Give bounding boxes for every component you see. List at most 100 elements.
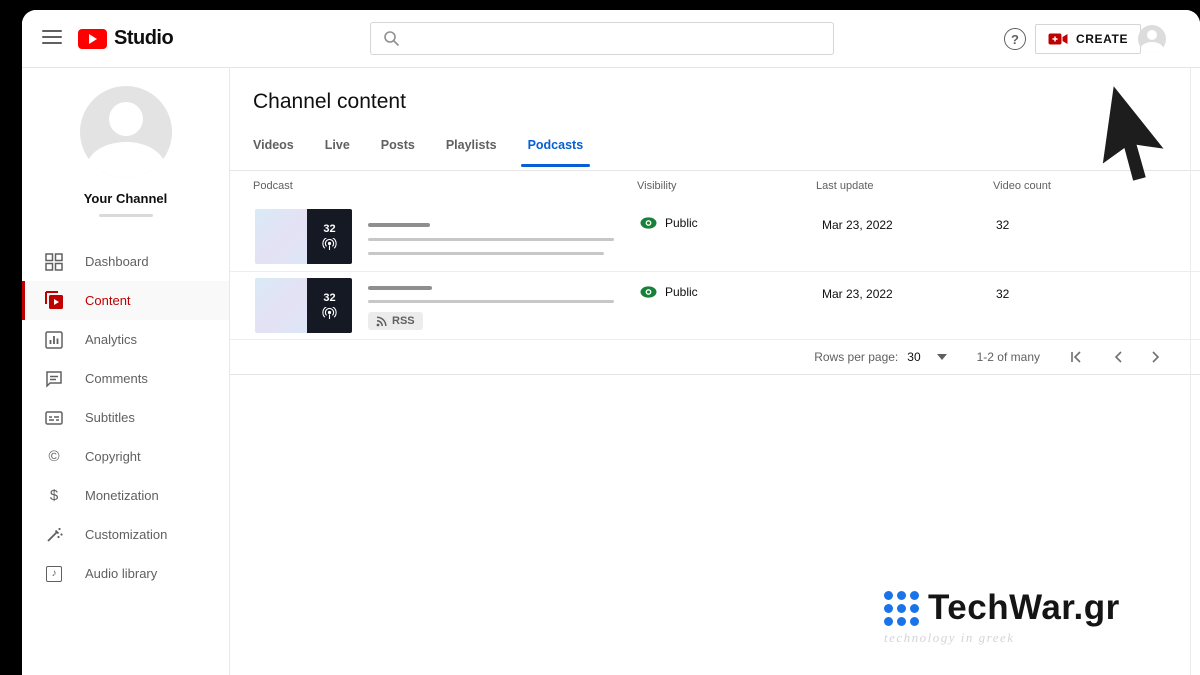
monetization-icon: $ bbox=[44, 486, 64, 506]
first-page-icon bbox=[1070, 351, 1084, 363]
previous-page-button[interactable] bbox=[1114, 351, 1122, 363]
public-eye-icon bbox=[640, 217, 657, 229]
page-title: Channel content bbox=[253, 90, 406, 114]
last-update-value: Mar 23, 2022 bbox=[822, 287, 893, 301]
page-range-label: 1-2 of many bbox=[977, 350, 1040, 364]
analytics-icon bbox=[44, 330, 64, 350]
tab-posts[interactable]: Posts bbox=[381, 138, 415, 167]
table-header-row: Podcast Visibility Last update Video cou… bbox=[230, 171, 1200, 203]
title-placeholder bbox=[368, 286, 432, 290]
scrollbar-track[interactable] bbox=[1190, 68, 1191, 675]
rss-badge-label: RSS bbox=[392, 315, 415, 327]
tab-podcasts[interactable]: Podcasts bbox=[528, 138, 584, 167]
video-count-value: 32 bbox=[996, 287, 1009, 301]
podcast-episode-overlay: 32 bbox=[307, 209, 352, 264]
column-header-last-update: Last update bbox=[816, 180, 874, 192]
youtube-logo-icon[interactable] bbox=[78, 29, 107, 49]
rows-per-page-value[interactable]: 30 bbox=[907, 350, 920, 364]
column-header-visibility: Visibility bbox=[637, 180, 677, 192]
title-placeholder bbox=[368, 223, 430, 227]
podcast-row[interactable]: 32 Public bbox=[230, 203, 1200, 272]
tab-videos[interactable]: Videos bbox=[253, 138, 294, 167]
sidebar-item-label: Subtitles bbox=[85, 410, 135, 425]
channel-name-placeholder bbox=[99, 214, 153, 217]
content-tabs: Videos Live Posts Playlists Podcasts bbox=[253, 138, 583, 167]
column-header-video-count: Video count bbox=[993, 180, 1051, 192]
podcast-row[interactable]: 32 RSS bbox=[230, 272, 1200, 340]
sidebar-item-label: Content bbox=[85, 293, 131, 308]
visibility-cell[interactable]: Public bbox=[640, 285, 698, 299]
help-icon: ? bbox=[1011, 32, 1019, 47]
account-avatar[interactable] bbox=[1138, 25, 1166, 53]
studio-app-window: Studio ? CREATE Your Channel bbox=[22, 10, 1200, 675]
sidebar-item-subtitles[interactable]: Subtitles bbox=[22, 398, 229, 437]
column-header-podcast: Podcast bbox=[253, 180, 293, 192]
audio-library-icon: ♪ bbox=[44, 564, 64, 584]
sidebar-item-audio-library[interactable]: ♪ Audio library bbox=[22, 554, 229, 593]
sidebar-item-dashboard[interactable]: Dashboard bbox=[22, 242, 229, 281]
podcast-thumbnail[interactable]: 32 bbox=[255, 278, 352, 333]
search-bar[interactable] bbox=[370, 22, 834, 55]
video-count-value: 32 bbox=[996, 218, 1009, 232]
rows-per-page-label: Rows per page: bbox=[814, 350, 898, 364]
chevron-left-icon bbox=[1114, 351, 1122, 363]
description-placeholder bbox=[368, 238, 614, 241]
rows-per-page-dropdown-icon[interactable] bbox=[937, 354, 947, 360]
visibility-value: Public bbox=[665, 285, 698, 299]
techwar-tagline: technology in greek bbox=[884, 630, 1120, 646]
pagination-bar: Rows per page: 30 1-2 of many bbox=[230, 340, 1200, 375]
techwar-dots-logo-icon bbox=[884, 591, 919, 626]
podcast-artwork bbox=[255, 209, 307, 264]
channel-avatar[interactable] bbox=[80, 86, 172, 178]
brand-title[interactable]: Studio bbox=[114, 27, 173, 50]
create-button-label: CREATE bbox=[1076, 32, 1128, 46]
top-bar: Studio ? CREATE bbox=[22, 10, 1200, 68]
video-camera-plus-icon bbox=[1048, 32, 1068, 46]
last-update-value: Mar 23, 2022 bbox=[822, 218, 893, 232]
description-placeholder bbox=[368, 252, 604, 255]
sidebar-item-content[interactable]: Content bbox=[22, 281, 229, 320]
dashboard-icon bbox=[44, 252, 64, 272]
subtitles-icon bbox=[44, 408, 64, 428]
chevron-right-icon bbox=[1152, 351, 1160, 363]
sidebar-item-comments[interactable]: Comments bbox=[22, 359, 229, 398]
sidebar-item-monetization[interactable]: $ Monetization bbox=[22, 476, 229, 515]
copyright-icon: © bbox=[44, 447, 64, 467]
sidebar-item-label: Monetization bbox=[85, 488, 159, 503]
main-content: Channel content Videos Live Posts Playli… bbox=[230, 68, 1200, 675]
search-input[interactable] bbox=[410, 31, 833, 47]
podcast-icon bbox=[322, 238, 337, 251]
visibility-value: Public bbox=[665, 216, 698, 230]
first-page-button[interactable] bbox=[1070, 351, 1084, 363]
visibility-cell[interactable]: Public bbox=[640, 216, 698, 230]
customization-icon bbox=[44, 525, 64, 545]
episode-count: 32 bbox=[323, 223, 335, 235]
sidebar-item-label: Dashboard bbox=[85, 254, 149, 269]
sidebar: Your Channel Dashboard bbox=[22, 68, 230, 675]
hamburger-menu-icon[interactable] bbox=[42, 30, 62, 46]
sidebar-item-label: Customization bbox=[85, 527, 167, 542]
sidebar-item-analytics[interactable]: Analytics bbox=[22, 320, 229, 359]
rss-badge[interactable]: RSS bbox=[368, 312, 423, 330]
sidebar-item-copyright[interactable]: © Copyright bbox=[22, 437, 229, 476]
sidebar-item-customization[interactable]: Customization bbox=[22, 515, 229, 554]
podcast-episode-overlay: 32 bbox=[307, 278, 352, 333]
podcast-icon bbox=[322, 307, 337, 320]
next-page-button[interactable] bbox=[1152, 351, 1160, 363]
content-icon bbox=[44, 291, 64, 311]
tab-live[interactable]: Live bbox=[325, 138, 350, 167]
sidebar-menu: Dashboard Content bbox=[22, 242, 229, 593]
help-button[interactable]: ? bbox=[1004, 28, 1026, 50]
techwar-name: TechWar.gr bbox=[928, 588, 1120, 628]
description-placeholder bbox=[368, 300, 614, 303]
episode-count: 32 bbox=[323, 292, 335, 304]
sidebar-item-label: Comments bbox=[85, 371, 148, 386]
public-eye-icon bbox=[640, 286, 657, 298]
podcast-thumbnail[interactable]: 32 bbox=[255, 209, 352, 264]
sidebar-item-label: Copyright bbox=[85, 449, 141, 464]
tab-playlists[interactable]: Playlists bbox=[446, 138, 497, 167]
podcast-artwork bbox=[255, 278, 307, 333]
sidebar-item-label: Audio library bbox=[85, 566, 157, 581]
channel-label: Your Channel bbox=[22, 191, 229, 206]
create-button[interactable]: CREATE bbox=[1035, 24, 1141, 54]
